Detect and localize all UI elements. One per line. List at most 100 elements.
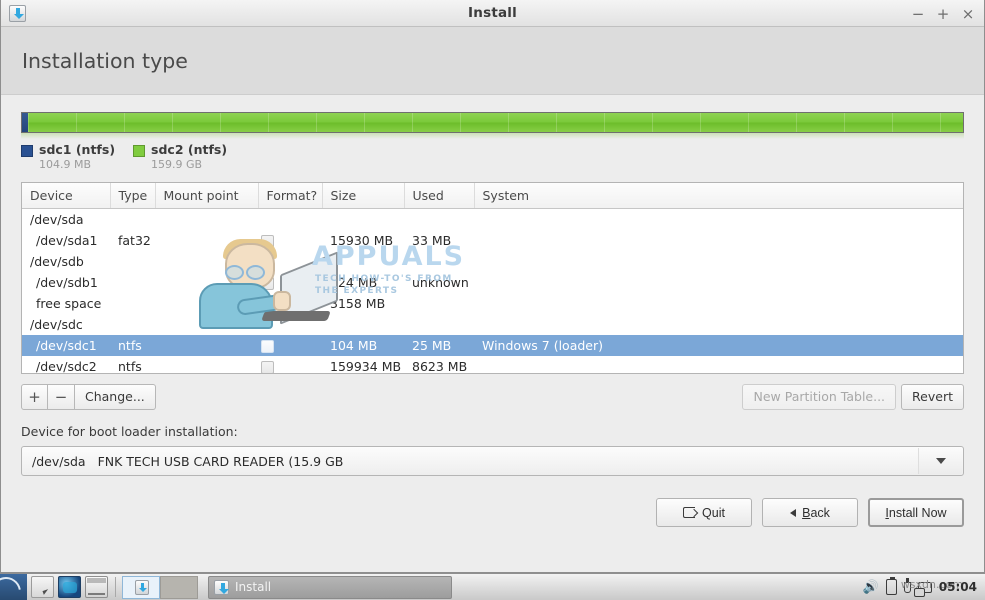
format-checkbox[interactable] [261,235,274,248]
battery-icon[interactable] [885,576,897,595]
cell-system [474,356,963,373]
cell-device: /dev/sdc [30,317,83,332]
column-header-mount-point[interactable]: Mount point [155,183,259,209]
legend-swatch-icon [21,145,33,157]
legend-item: sdc1 (ntfs) 104.9 MB [21,142,115,172]
table-row[interactable]: /dev/sda1 fat32 15930 MB 33 MB [22,230,963,251]
table-row[interactable]: /dev/sdb [22,251,963,272]
cell-format [258,230,322,251]
install-window: Install − + × Installation type sdc1 (nt… [0,0,985,573]
new-partition-table-button[interactable]: New Partition Table... [742,384,897,410]
cell-system [474,272,963,293]
bootloader-selected-value: /dev/sda FNK TECH USB CARD READER (15.9 G… [22,454,343,469]
cell-system [474,293,963,314]
cell-used [404,314,474,335]
browser-icon[interactable] [58,576,81,598]
cell-type: ntfs [118,359,142,374]
column-header-device[interactable]: Device [22,183,111,209]
volume-icon[interactable]: 🔊 [863,581,879,594]
minimize-icon[interactable]: − [910,6,926,22]
terminal-icon[interactable] [85,576,108,598]
format-checkbox[interactable] [261,340,274,353]
close-icon[interactable]: × [960,6,976,22]
remove-partition-button[interactable]: − [48,384,75,410]
legend-size: 159.9 GB [151,158,203,171]
format-checkbox[interactable] [261,277,274,290]
cell-mount-point [155,293,258,314]
install-now-button[interactable]: Install Now [868,498,964,527]
window-titlebar[interactable]: Install − + × [1,0,984,27]
cell-type [110,314,155,335]
dialog-footer: Quit Back Install Now [21,498,964,527]
cell-used: unknown [412,275,469,290]
cell-device: /dev/sdb1 [36,275,98,290]
cell-used: 25 MB [404,335,474,356]
taskbar-window-button-install[interactable]: Install [208,575,452,599]
cell-type: ntfs [110,335,155,356]
taskbar: Install 🔊 05:04 wsxdn.com [0,573,985,600]
cell-system [474,314,963,335]
table-row[interactable]: /dev/sdb1 924 MB unknown [22,272,963,293]
cell-mount-point [155,251,258,272]
start-menu-icon[interactable] [0,573,27,600]
legend-item: sdc2 (ntfs) 159.9 GB [133,142,227,172]
cell-used [404,251,474,272]
quit-button[interactable]: Quit [656,498,752,527]
table-row[interactable]: /dev/sdc1 ntfs 104 MB 25 MB Windows 7 (loade… [22,335,963,356]
clock[interactable]: 05:04 [939,580,977,594]
column-header-type[interactable]: Type [110,183,156,209]
page-header: Installation type [1,27,984,95]
cell-used: 33 MB [412,233,452,248]
column-header-format[interactable]: Format? [258,183,323,209]
workspace-pager[interactable] [122,575,198,599]
cell-device: /dev/sda1 [36,233,98,248]
cell-used [404,293,474,314]
format-checkbox[interactable] [261,298,274,311]
table-row[interactable]: /dev/sda [22,209,963,231]
cell-device: free space [36,296,102,311]
revert-button[interactable]: Revert [901,384,964,410]
cell-size [322,251,404,272]
column-header-size[interactable]: Size [322,183,405,209]
workspace-2[interactable] [160,575,198,599]
table-row[interactable]: /dev/sdc [22,314,963,335]
cell-size: 159934 MB [330,359,402,374]
table-row[interactable]: free space 3158 MB [22,293,963,314]
window-controls: − + × [910,0,976,27]
bootloader-device-select[interactable]: /dev/sda FNK TECH USB CARD READER (15.9 G… [21,446,964,476]
add-partition-button[interactable]: + [21,384,48,410]
format-checkbox[interactable] [261,361,274,373]
cell-type [110,251,155,272]
cell-format [258,314,322,335]
file-manager-icon[interactable] [31,576,54,598]
cell-format [258,335,322,356]
cell-format [258,356,322,373]
cell-type: fat32 [118,233,151,248]
cell-system [474,251,963,272]
cell-system [474,209,963,231]
cell-size: 924 MB [330,275,378,290]
cell-system [474,230,963,251]
partition-table[interactable]: Device Type Mount point Format? Size Use… [21,182,964,374]
back-button[interactable]: Back [762,498,858,527]
cell-mount-point [155,209,258,231]
cell-used: 8623 MB [412,359,468,374]
window-title: Install [468,5,517,21]
cell-mount-point [155,335,258,356]
partition-usage-bar [21,112,964,133]
change-partition-button[interactable]: Change... [75,384,156,410]
cell-system: Windows 7 (loader) [474,335,963,356]
cell-mount-point [155,272,258,293]
column-header-used[interactable]: Used [404,183,475,209]
table-body: /dev/sda/dev/sda1 fat32 15930 MB 33 MB/dev/… [22,209,963,374]
column-header-system[interactable]: System [474,183,963,209]
table-row[interactable]: /dev/sdc2 ntfs 159934 MB 8623 MB [22,356,963,374]
taskbar-window-label: Install [235,580,272,594]
taskbar-divider [115,577,116,597]
chevron-down-icon[interactable] [918,448,962,474]
cell-type [110,293,155,314]
workspace-1[interactable] [122,575,160,599]
maximize-icon[interactable]: + [935,6,951,22]
back-button-label: Back [802,505,830,520]
table-header-row: Device Type Mount point Format? Size Use… [22,183,963,209]
